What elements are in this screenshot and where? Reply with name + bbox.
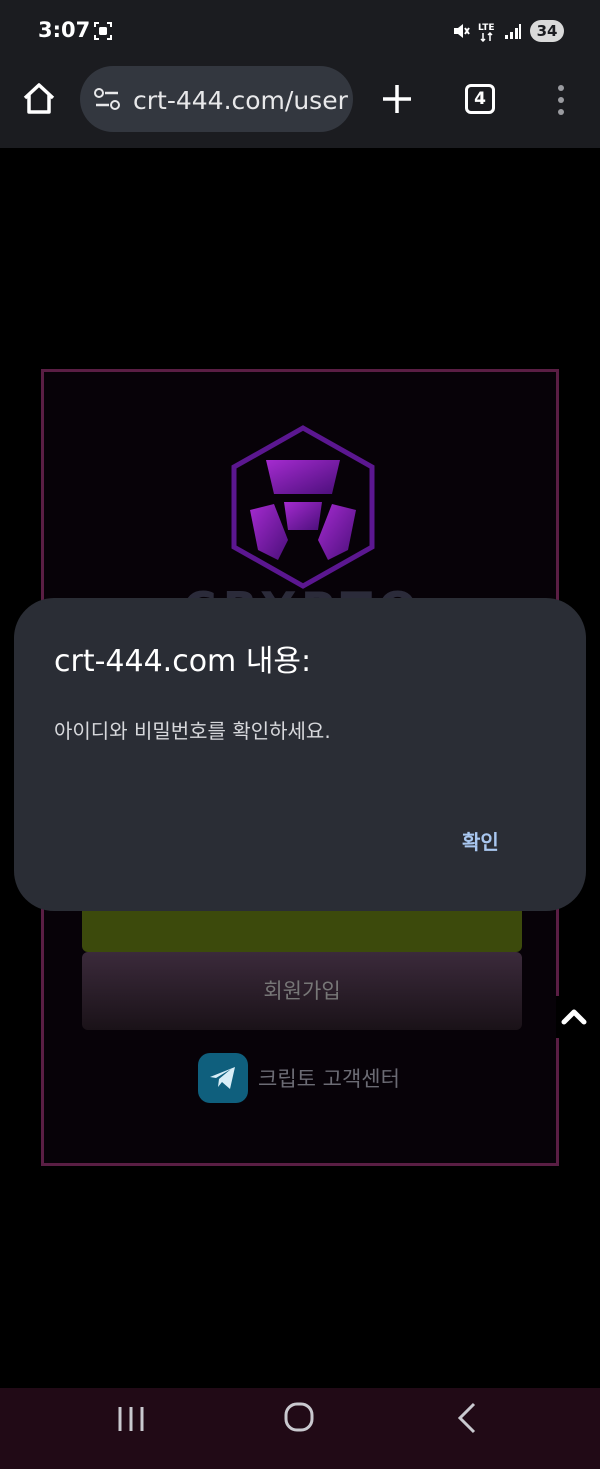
telegram-icon bbox=[198, 1053, 248, 1103]
site-info-icon[interactable] bbox=[94, 88, 120, 110]
system-nav-bar bbox=[0, 1388, 600, 1469]
lte-icon: LTE bbox=[478, 23, 495, 42]
tab-switcher-button[interactable]: 4 bbox=[465, 84, 495, 114]
browser-toolbar: crt-444.com/user 4 bbox=[0, 62, 600, 148]
new-tab-icon[interactable] bbox=[380, 82, 414, 116]
screenshot-icon bbox=[94, 22, 112, 40]
dialog-message: 아이디와 비밀번호를 확인하세요. bbox=[54, 719, 331, 743]
crypto-logo bbox=[231, 425, 375, 589]
status-icons: LTE 34 bbox=[452, 19, 564, 43]
support-label: 크립토 고객센터 bbox=[258, 1067, 400, 1091]
url-text[interactable]: crt-444.com/user bbox=[133, 86, 348, 115]
status-time: 3:07 bbox=[38, 18, 91, 42]
recents-icon[interactable] bbox=[116, 1405, 146, 1433]
more-menu-icon[interactable] bbox=[549, 82, 573, 118]
dialog-title: crt-444.com 내용: bbox=[54, 644, 312, 679]
signup-button[interactable]: 회원가입 bbox=[82, 952, 522, 1030]
mute-icon bbox=[454, 24, 470, 38]
nav-home-icon[interactable] bbox=[284, 1402, 314, 1432]
address-bar[interactable]: crt-444.com/user bbox=[80, 66, 353, 132]
support-link[interactable]: 크립토 고객센터 bbox=[198, 1052, 400, 1104]
dialog-ok-button[interactable]: 확인 bbox=[462, 826, 499, 855]
home-icon[interactable] bbox=[20, 80, 58, 118]
battery-badge: 34 bbox=[530, 20, 564, 42]
status-bar: 3:07 LTE 34 bbox=[0, 0, 600, 62]
svg-text:LTE: LTE bbox=[478, 23, 495, 33]
signal-icon bbox=[505, 24, 521, 39]
scroll-to-top-icon[interactable] bbox=[556, 996, 600, 1038]
back-icon[interactable] bbox=[456, 1402, 478, 1434]
alert-dialog: crt-444.com 내용: 아이디와 비밀번호를 확인하세요. 확인 bbox=[14, 598, 586, 911]
